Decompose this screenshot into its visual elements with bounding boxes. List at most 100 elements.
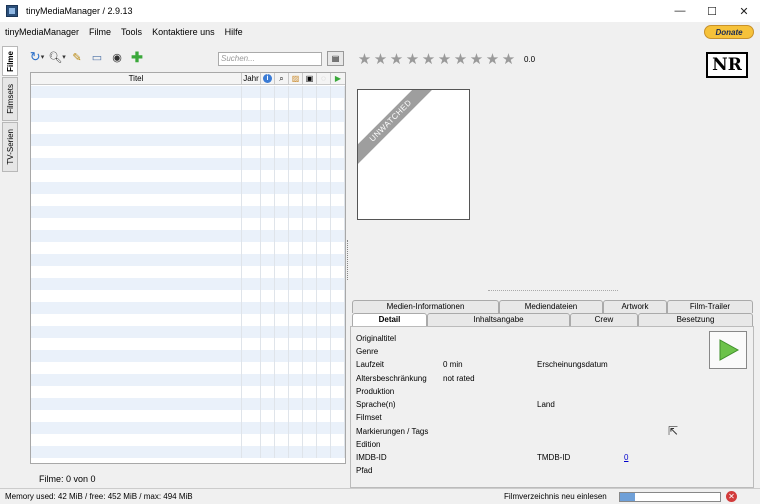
table-row[interactable]	[31, 182, 345, 194]
table-cell	[261, 350, 275, 362]
star-icon[interactable]: ★	[469, 52, 484, 67]
maximize-button[interactable]: ☐	[696, 0, 728, 22]
search-icon[interactable]: 🔍︎ ▾	[48, 50, 65, 64]
table-row[interactable]	[31, 326, 345, 338]
table-cell	[331, 266, 345, 278]
table-row[interactable]	[31, 302, 345, 314]
table-row[interactable]	[31, 254, 345, 266]
tab-besetzung[interactable]: Besetzung	[638, 313, 753, 326]
table-row[interactable]	[31, 134, 345, 146]
star-icon[interactable]: ★	[389, 52, 404, 67]
table-row[interactable]	[31, 446, 345, 458]
table-row[interactable]	[31, 350, 345, 362]
close-button[interactable]: ✕	[728, 0, 760, 22]
star-icon[interactable]: ★	[373, 52, 388, 67]
table-row[interactable]	[31, 278, 345, 290]
info-icon[interactable]: i	[261, 73, 275, 84]
table-cell	[242, 134, 261, 146]
minimize-button[interactable]: —	[664, 0, 696, 22]
donate-button[interactable]: Donate	[704, 25, 754, 39]
table-row[interactable]	[31, 158, 345, 170]
media-info-icon[interactable]: ◉	[110, 50, 124, 64]
table-cell	[317, 194, 331, 206]
table-row[interactable]	[31, 86, 345, 98]
edit-icon[interactable]: ✎	[70, 50, 84, 64]
star-icon[interactable]: ★	[421, 52, 436, 67]
table-cell	[242, 278, 261, 290]
play-button[interactable]	[709, 331, 747, 369]
table-cell	[317, 446, 331, 458]
table-cell	[303, 434, 317, 446]
table-row[interactable]	[31, 194, 345, 206]
star-icon[interactable]: ★	[437, 52, 452, 67]
table-row[interactable]	[31, 374, 345, 386]
table-row[interactable]	[31, 218, 345, 230]
table-row[interactable]	[31, 386, 345, 398]
tab-inhaltsangabe[interactable]: Inhaltsangabe	[427, 313, 570, 326]
table-row[interactable]	[31, 266, 345, 278]
table-row[interactable]	[31, 422, 345, 434]
image-icon[interactable]: ▨	[289, 73, 303, 84]
table-row[interactable]	[31, 398, 345, 410]
table-row[interactable]	[31, 314, 345, 326]
table-cell	[331, 434, 345, 446]
menu-hilfe[interactable]: Hilfe	[220, 27, 248, 37]
star-icon[interactable]: ★	[453, 52, 468, 67]
menu-filme[interactable]: Filme	[84, 27, 116, 37]
star-icon[interactable]: ★	[357, 52, 372, 67]
refresh-icon[interactable]: ↻ ▾	[30, 49, 44, 64]
horizontal-splitter[interactable]	[488, 290, 618, 291]
menu-tinymediamanager[interactable]: tinyMediaManager	[0, 27, 84, 37]
table-cell	[31, 254, 242, 266]
menu-kontakt[interactable]: Kontaktiere uns	[147, 27, 220, 37]
table-cell	[289, 410, 303, 422]
tab-film-trailer[interactable]: Film-Trailer	[667, 300, 753, 313]
tab-crew[interactable]: Crew	[570, 313, 638, 326]
column-titel[interactable]: Titel	[31, 73, 242, 84]
table-cell	[261, 86, 275, 98]
tab-filme[interactable]: Filme	[2, 46, 18, 76]
subtitle-icon[interactable]: ◌	[317, 73, 331, 84]
table-cell	[303, 278, 317, 290]
movie-table[interactable]: Titel Jahr i ⌕ ▨ ▣ ◌ ▶	[30, 72, 346, 464]
tab-detail[interactable]: Detail	[352, 313, 427, 326]
cancel-task-icon[interactable]: ✕	[726, 491, 737, 502]
tab-mediendateien[interactable]: Mediendateien	[499, 300, 603, 313]
rename-icon[interactable]: ▭	[90, 50, 104, 64]
search-input[interactable]: Suchen...	[218, 52, 322, 66]
table-row[interactable]	[31, 110, 345, 122]
star-icon[interactable]: ★	[485, 52, 500, 67]
search-column-icon[interactable]: ⌕	[275, 73, 289, 84]
table-row[interactable]	[31, 362, 345, 374]
play-column-icon[interactable]: ▶	[331, 73, 345, 84]
vertical-splitter[interactable]	[347, 240, 349, 280]
table-row[interactable]	[31, 410, 345, 422]
memory-status: Memory used: 42 MiB / free: 452 MiB / ma…	[5, 492, 193, 501]
menu-tools[interactable]: Tools	[116, 27, 147, 37]
table-row[interactable]	[31, 290, 345, 302]
star-icon[interactable]: ★	[405, 52, 420, 67]
table-row[interactable]	[31, 206, 345, 218]
table-cell	[261, 134, 275, 146]
star-icon[interactable]: ★	[501, 52, 516, 67]
table-cell	[242, 242, 261, 254]
table-row[interactable]	[31, 434, 345, 446]
filter-button[interactable]: ▤	[327, 51, 344, 66]
table-row[interactable]	[31, 146, 345, 158]
table-row[interactable]	[31, 338, 345, 350]
tab-tv-serien[interactable]: TV-Serien	[2, 122, 18, 172]
add-icon[interactable]: ✚	[130, 49, 144, 65]
column-jahr[interactable]: Jahr	[242, 73, 261, 84]
tab-filmsets[interactable]: Filmsets	[2, 77, 18, 121]
table-cell	[303, 146, 317, 158]
table-row[interactable]	[31, 122, 345, 134]
table-row[interactable]	[31, 242, 345, 254]
film-icon[interactable]: ▣	[303, 73, 317, 84]
table-row[interactable]	[31, 230, 345, 242]
tab-artwork[interactable]: Artwork	[603, 300, 667, 313]
status-bar: Memory used: 42 MiB / free: 452 MiB / ma…	[0, 488, 760, 504]
tab-medien-informationen[interactable]: Medien-Informationen	[352, 300, 499, 313]
tmdb-id-link[interactable]: 0	[624, 453, 628, 462]
table-row[interactable]	[31, 170, 345, 182]
table-row[interactable]	[31, 98, 345, 110]
